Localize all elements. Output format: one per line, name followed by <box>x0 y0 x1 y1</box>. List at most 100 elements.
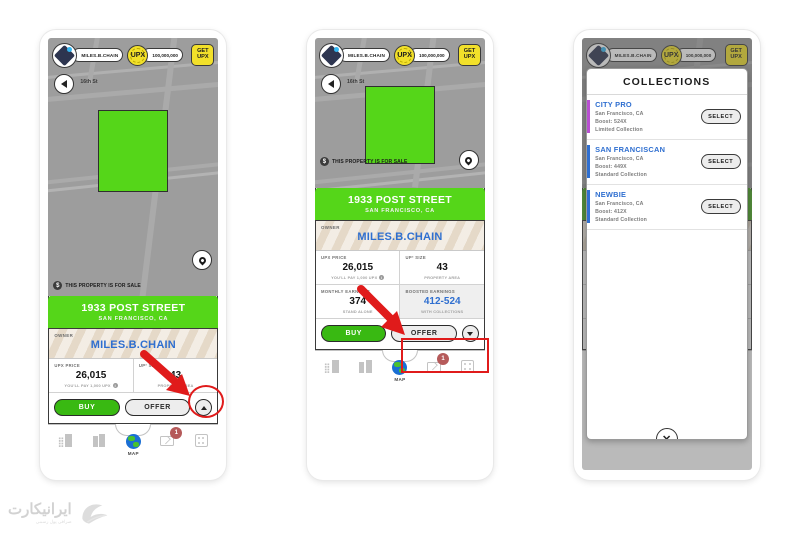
boosted-earnings-label: BOOSTED EARNINGS <box>405 289 456 294</box>
screenshot-stage: MILES.B.CHAIN UPX 100,000,000 GET UPX 16… <box>0 0 800 533</box>
monthly-earnings-sub: STAND ALONE <box>342 309 373 314</box>
street-label: 16th St <box>346 79 365 85</box>
collection-name: CITY PRO <box>595 100 632 109</box>
nav-item-buildings[interactable] <box>315 360 349 375</box>
owner-row: OWNER MILES.B.CHAIN <box>49 329 218 359</box>
back-button[interactable] <box>54 74 75 94</box>
street-label: 16th St <box>80 79 98 85</box>
buy-button[interactable]: BUY <box>54 399 120 416</box>
property-address: 1933 POST STREET <box>347 194 452 206</box>
app-top-bar: MILES.B.CHAIN UPX 100,000,000 GET UPX <box>48 42 218 68</box>
locate-me-button[interactable] <box>458 150 479 170</box>
collection-boost: Boost: 449X <box>595 164 627 170</box>
get-upx-button[interactable]: GET UPX <box>191 44 215 66</box>
watermark-logo-icon <box>77 497 111 527</box>
list-item[interactable]: NEWBIE San Francisco, CA Boost: 412X Sta… <box>586 185 747 230</box>
nav-item-grid[interactable] <box>184 434 218 449</box>
for-sale-banner: $ THIS PROPERTY IS FOR SALE <box>53 281 141 290</box>
collection-color-bar <box>586 190 591 223</box>
boosted-earnings-stat[interactable]: BOOSTED EARNINGS 412-524 WITH COLLECTION… <box>400 285 484 318</box>
locate-me-button[interactable] <box>192 250 213 270</box>
upx-price-label: UPX PRICE <box>320 255 347 260</box>
owner-label: OWNER <box>320 225 340 230</box>
collection-boost: Boost: 524X <box>595 119 627 125</box>
annotation-box <box>400 338 489 373</box>
stats-row-primary: UPX PRICE 26,015 YOU'LL PAY 1,000 UPX i … <box>49 359 217 392</box>
location-pin-icon <box>197 255 208 265</box>
owner-label: OWNER <box>54 333 74 338</box>
watermark-tagline: صرافی پول رسمی <box>35 518 72 524</box>
select-button[interactable]: SELECT <box>700 154 741 169</box>
collection-tier: Limited Collection <box>595 127 643 133</box>
upx-size-stat: UP² SIZE 43 PROPERTY AREA <box>400 251 484 284</box>
username-pill[interactable]: MILES.B.CHAIN <box>72 48 124 62</box>
list-item[interactable]: SAN FRANCISCAN San Francisco, CA Boost: … <box>586 140 747 185</box>
nav-item-property[interactable] <box>349 360 383 375</box>
map-view[interactable]: MILES.B.CHAIN UPX 100,000,000 GET UPX 16… <box>48 38 219 296</box>
collections-list: CITY PRO San Francisco, CA Boost: 524X L… <box>586 95 747 439</box>
avatar[interactable] <box>52 42 78 68</box>
avatar[interactable] <box>318 42 344 68</box>
balance-pill: 100,000,000 <box>409 48 450 62</box>
get-upx-button[interactable]: GET UPX <box>457 44 481 66</box>
upx-size-value: 43 <box>170 370 182 381</box>
dollar-icon: $ <box>319 157 329 166</box>
collection-tier: Standard Collection <box>595 217 647 223</box>
nav-item-buildings[interactable] <box>48 434 82 449</box>
phone-mockup-1: MILES.B.CHAIN UPX 100,000,000 GET UPX 16… <box>40 30 227 480</box>
offer-button[interactable]: OFFER <box>124 399 191 416</box>
mail-badge: 1 <box>170 427 183 439</box>
nav-item-map[interactable]: MAP <box>116 434 150 456</box>
select-button[interactable]: SELECT <box>700 109 741 124</box>
monthly-earnings-stat: MONTHLY EARNINGS 374 STAND ALONE <box>316 285 401 318</box>
back-arrow-icon <box>61 80 68 88</box>
monthly-earnings-value: 374 <box>349 296 367 307</box>
property-icon <box>92 434 107 447</box>
map-view[interactable]: MILES.B.CHAIN UPX 100,000,000 GET UPX 16t… <box>314 38 485 188</box>
collection-boost: Boost: 412X <box>595 209 627 215</box>
upx-price-sub-text: YOU'LL PAY 1,000 UPX <box>331 275 378 280</box>
info-icon[interactable]: i <box>379 275 385 280</box>
phone-mockup-3: MILES.B.CHAIN UPX 100,000,000 GETUPX 193… <box>573 30 760 480</box>
owner-row: OWNER MILES.B.CHAIN <box>315 221 484 251</box>
upx-price-value: 26,015 <box>342 262 374 273</box>
for-sale-banner: $ THIS PROPERTY IS FOR SALE <box>319 157 407 166</box>
upx-price-sub: YOU'LL PAY 1,000 UPX i <box>321 275 395 280</box>
watermark: ایرانیکارت صرافی پول رسمی <box>8 497 111 527</box>
upx-coin-icon: UPX <box>127 44 149 66</box>
app-top-bar: MILES.B.CHAIN UPX 100,000,000 GET UPX <box>315 42 485 68</box>
upx-coin-icon: UPX <box>394 44 416 66</box>
selected-parcel[interactable] <box>98 110 169 192</box>
upx-size-label: UP² SIZE <box>138 363 160 368</box>
boosted-earnings-sub: WITH COLLECTIONS <box>421 309 464 314</box>
collection-color-bar <box>586 145 591 178</box>
back-button[interactable] <box>320 74 341 94</box>
upx-price-stat: UPX PRICE 26,015 YOU'LL PAY 1,000 UPX i <box>49 359 134 392</box>
selected-parcel[interactable] <box>364 86 435 164</box>
nav-item-property[interactable] <box>82 434 116 449</box>
nav-label-map: MAP <box>127 451 139 456</box>
location-pin-icon <box>464 155 474 165</box>
list-item[interactable]: CITY PRO San Francisco, CA Boost: 524X L… <box>586 95 747 140</box>
info-icon[interactable]: i <box>112 383 118 388</box>
back-arrow-icon <box>327 80 334 88</box>
collection-location: San Francisco, CA <box>595 111 644 117</box>
nav-item-mail[interactable]: 1 <box>150 427 184 448</box>
collections-modal-title: COLLECTIONS <box>586 69 747 95</box>
upx-price-label: UPX PRICE <box>54 363 81 368</box>
phone-mockup-2: MILES.B.CHAIN UPX 100,000,000 GET UPX 16t… <box>306 30 493 480</box>
upx-price-sub: YOU'LL PAY 1,000 UPX i <box>54 383 128 388</box>
select-button[interactable]: SELECT <box>700 199 741 214</box>
collection-info: CITY PRO San Francisco, CA Boost: 524X L… <box>595 100 696 133</box>
phone3-screen: MILES.B.CHAIN UPX 100,000,000 GETUPX 193… <box>581 38 752 470</box>
collections-modal: COLLECTIONS CITY PRO San Francisco, CA B… <box>585 68 748 440</box>
boosted-earnings-value: 412-524 <box>423 296 461 307</box>
property-icon <box>358 360 373 373</box>
buy-button[interactable]: BUY <box>320 325 387 342</box>
collection-name: NEWBIE <box>595 190 627 199</box>
close-icon: ✕ <box>662 433 672 440</box>
property-detail-card: 1933 POST STREET SAN FRANCISCO, CA OWNER… <box>314 187 485 350</box>
username-pill[interactable]: MILES.B.CHAIN <box>338 48 391 62</box>
watermark-text: ایرانیکارت صرافی پول رسمی <box>8 500 72 525</box>
chevron-down-icon <box>467 331 474 336</box>
